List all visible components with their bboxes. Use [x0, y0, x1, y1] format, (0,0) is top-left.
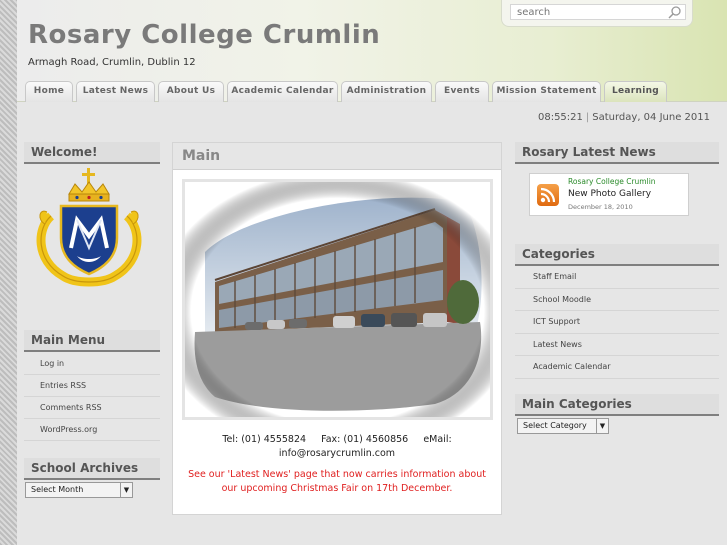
- menu-item-entries-rss[interactable]: Entries RSS: [24, 375, 160, 397]
- datetime-separator: |: [585, 112, 590, 123]
- category-latest-news[interactable]: Latest News: [515, 334, 719, 356]
- tab-events[interactable]: Events: [435, 81, 489, 102]
- chevron-down-icon: ▼: [596, 419, 608, 433]
- contact-info: Tel: (01) 4555824 Fax: (01) 4560856 eMai…: [173, 433, 501, 461]
- school-building-image: [185, 182, 490, 417]
- latest-news-title: Rosary Latest News: [515, 142, 719, 164]
- search-input[interactable]: [510, 4, 686, 20]
- rss-icon: [537, 184, 559, 206]
- christmas-notice: See our 'Latest News' page that now carr…: [173, 468, 501, 496]
- news-feed-card[interactable]: Rosary College Crumlin New Photo Gallery…: [529, 173, 689, 216]
- tab-about-us[interactable]: About Us: [158, 81, 224, 102]
- decorative-stripe: [0, 0, 17, 545]
- main-menu-title: Main Menu: [24, 330, 160, 352]
- main-menu-list: Log in Entries RSS Comments RSS WordPres…: [24, 353, 160, 441]
- main-title: Main: [173, 143, 501, 170]
- site-header: Rosary College Crumlin Armagh Road, Crum…: [17, 0, 727, 102]
- current-date: Saturday, 04 June 2011: [592, 112, 710, 123]
- archives-select[interactable]: Select Month ▼: [25, 482, 133, 498]
- category-ict-support[interactable]: ICT Support: [515, 311, 719, 334]
- main-categories-select[interactable]: Select Category ▼: [517, 418, 609, 434]
- tab-learning[interactable]: Learning: [604, 81, 667, 102]
- site-description: Armagh Road, Crumlin, Dublin 12: [28, 57, 196, 68]
- notice-line-2: our upcoming Christmas Fair on 17th Dece…: [221, 483, 453, 494]
- tab-mission-statement[interactable]: Mission Statement: [492, 81, 601, 102]
- main-content: Main Tel: (01) 4555824 Fax: (01) 4560856…: [172, 142, 502, 515]
- datetime-display: 08:55:21 | Saturday, 04 June 2011: [538, 112, 710, 123]
- school-archives-title: School Archives: [24, 458, 160, 480]
- welcome-title: Welcome!: [24, 142, 160, 164]
- contact-email[interactable]: info@rosarycrumlin.com: [173, 447, 501, 461]
- notice-line-1: See our 'Latest News' page that now carr…: [188, 469, 486, 480]
- main-categories-select-value: Select Category: [523, 421, 587, 430]
- categories-list: Staff Email School Moodle ICT Support La…: [515, 266, 719, 379]
- categories-title: Categories: [515, 244, 719, 266]
- clock-time: 08:55:21: [537, 112, 583, 123]
- tab-home[interactable]: Home: [25, 81, 73, 102]
- news-date: December 18, 2010: [568, 203, 633, 211]
- news-source[interactable]: Rosary College Crumlin: [568, 177, 656, 186]
- archives-select-value: Select Month: [31, 485, 84, 494]
- chevron-down-icon: ▼: [120, 483, 132, 497]
- category-academic-calendar[interactable]: Academic Calendar: [515, 356, 719, 379]
- tab-administration[interactable]: Administration: [341, 81, 432, 102]
- school-photo: [182, 179, 493, 420]
- menu-item-comments-rss[interactable]: Comments RSS: [24, 397, 160, 419]
- category-staff-email[interactable]: Staff Email: [515, 266, 719, 289]
- main-categories-title: Main Categories: [515, 394, 719, 416]
- contact-line-1: Tel: (01) 4555824 Fax: (01) 4560856 eMai…: [222, 434, 452, 445]
- menu-item-log-in[interactable]: Log in: [24, 353, 160, 375]
- search-icon[interactable]: [667, 5, 683, 19]
- news-headline[interactable]: New Photo Gallery: [568, 189, 651, 199]
- school-crest: [36, 168, 142, 287]
- menu-item-wordpress[interactable]: WordPress.org: [24, 419, 160, 441]
- tab-academic-calendar[interactable]: Academic Calendar: [227, 81, 338, 102]
- tab-latest-news[interactable]: Latest News: [76, 81, 155, 102]
- page: Rosary College Crumlin Armagh Road, Crum…: [17, 0, 727, 545]
- site-title[interactable]: Rosary College Crumlin: [28, 20, 380, 50]
- search-box: [501, 0, 693, 27]
- category-school-moodle[interactable]: School Moodle: [515, 289, 719, 311]
